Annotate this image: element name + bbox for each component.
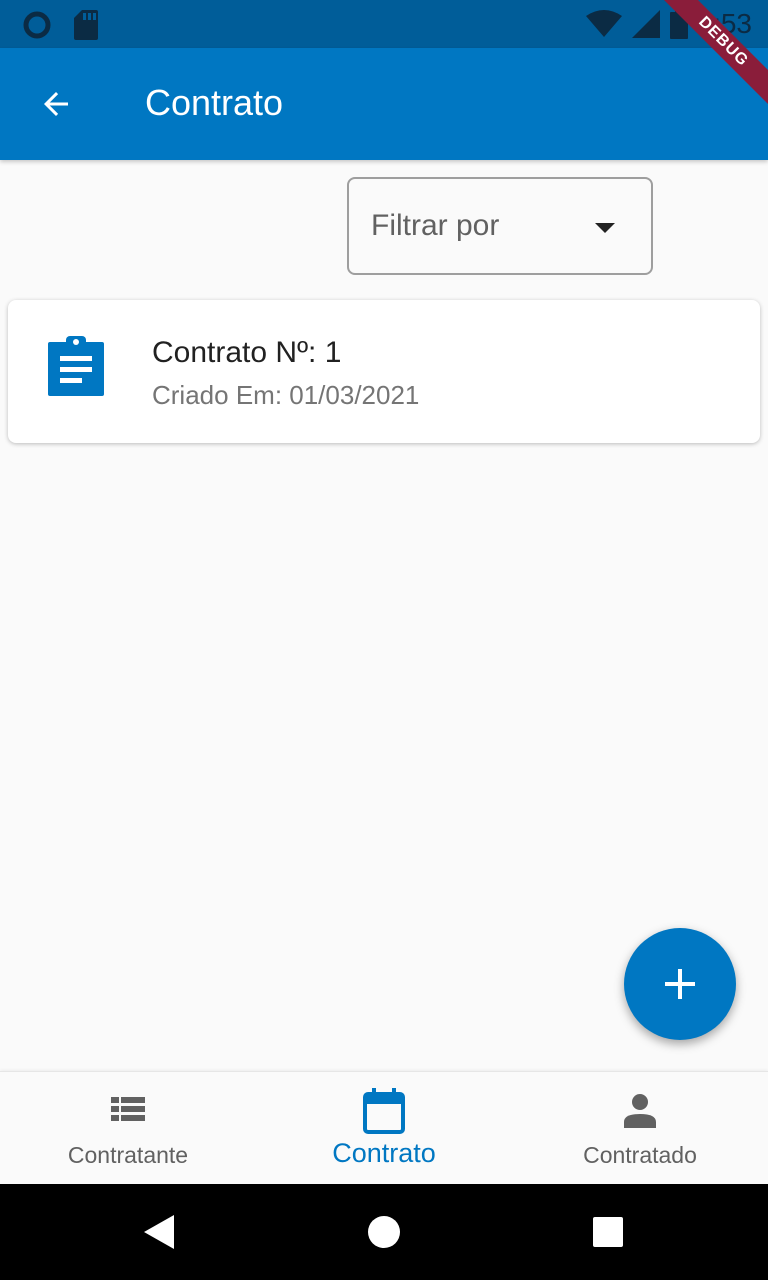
list-icon — [111, 1097, 145, 1121]
arrow-back-icon — [44, 92, 68, 116]
nav-item-contratante[interactable]: Contratante — [0, 1072, 256, 1185]
home-circle-icon — [368, 1216, 400, 1248]
wifi-icon — [585, 10, 622, 37]
nav-label-contratante: Contratante — [67, 1142, 189, 1168]
filter-placeholder: Filtrar por — [371, 209, 500, 242]
system-navigation-bar — [0, 1184, 768, 1280]
battery-icon — [669, 9, 688, 39]
recents-square-icon — [593, 1217, 623, 1247]
nav-label-contratado: Contratado — [583, 1142, 697, 1168]
circle-notification-icon — [23, 11, 51, 39]
bottom-navigation: Contratante Contrato Contratado — [0, 1071, 768, 1184]
add-contract-button[interactable] — [624, 928, 736, 1040]
calendar-icon — [363, 1088, 405, 1134]
contract-list-item[interactable]: Contrato Nº: 1 Criado Em: 01/03/2021 — [8, 300, 760, 443]
back-triangle-icon — [144, 1215, 174, 1249]
nav-label-contrato: Contrato — [332, 1138, 436, 1168]
app-bar: Contrato — [0, 48, 768, 160]
status-time: 6:53 — [697, 8, 753, 39]
system-back-button[interactable] — [128, 1184, 192, 1280]
system-recents-button[interactable] — [576, 1184, 640, 1280]
filter-dropdown[interactable]: Filtrar por — [347, 177, 653, 275]
contract-created-date: Criado Em: 01/03/2021 — [152, 380, 420, 410]
system-home-button[interactable] — [352, 1184, 416, 1280]
dropdown-arrow-icon — [595, 223, 615, 233]
status-bar: 6:53 — [0, 0, 768, 48]
signal-icon — [631, 10, 660, 38]
page-title: Contrato — [145, 82, 284, 123]
contract-title: Contrato Nº: 1 — [152, 336, 342, 369]
assignment-icon — [48, 336, 104, 396]
back-button[interactable] — [24, 76, 88, 132]
nav-item-contrato[interactable]: Contrato — [256, 1072, 512, 1185]
add-icon — [665, 969, 695, 999]
person-icon — [624, 1094, 656, 1128]
nav-item-contratado[interactable]: Contratado — [512, 1072, 768, 1185]
sd-card-icon — [74, 10, 98, 40]
